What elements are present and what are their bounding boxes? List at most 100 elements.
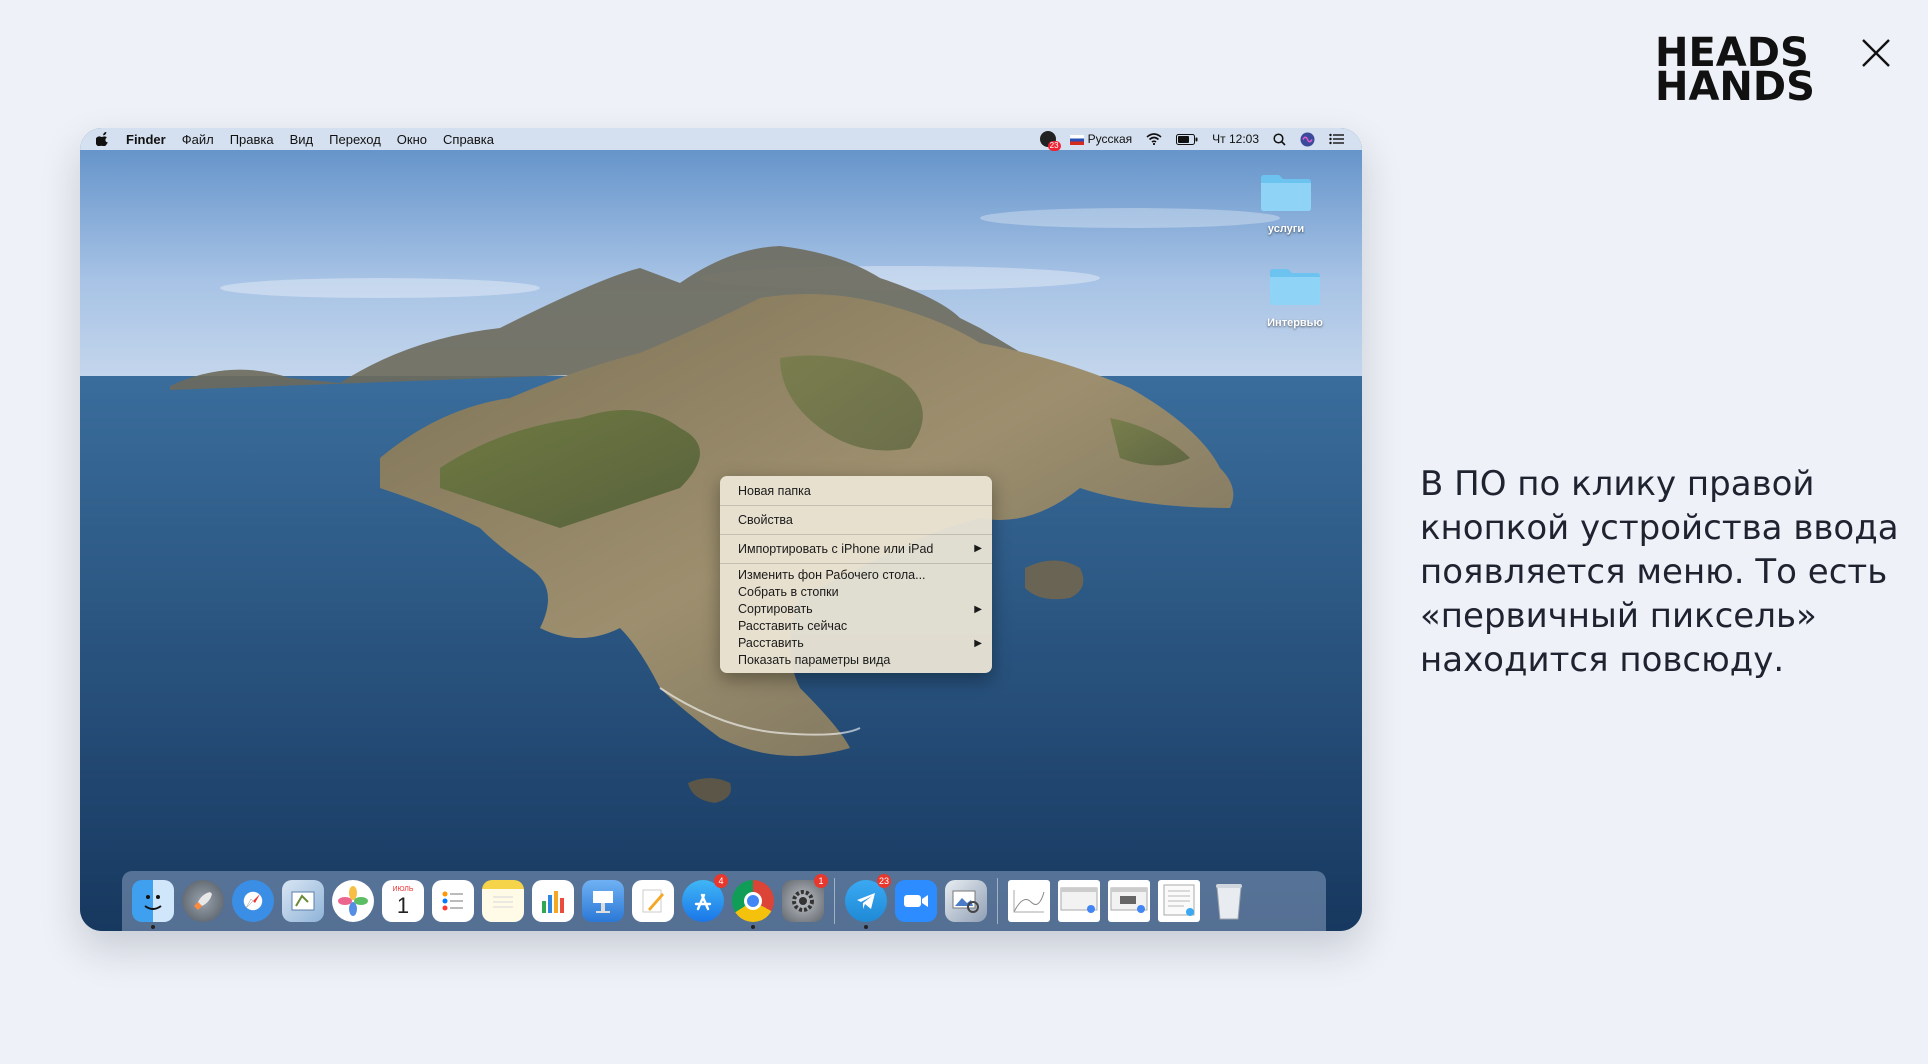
dock-mail-icon[interactable]: [282, 880, 324, 922]
mac-desktop-screenshot: Finder Файл Правка Вид Переход Окно Спра…: [80, 128, 1362, 931]
desktop-folder-interview[interactable]: Интервью: [1245, 266, 1345, 329]
menu-go[interactable]: Переход: [329, 132, 381, 147]
apple-menu-icon[interactable]: [96, 132, 110, 146]
menu-window[interactable]: Окно: [397, 132, 427, 147]
dock-keynote-icon[interactable]: [582, 880, 624, 922]
dock-notes-icon[interactable]: [482, 880, 524, 922]
dock-separator: [834, 878, 835, 924]
menu-help[interactable]: Справка: [443, 132, 494, 147]
russian-flag-icon: [1069, 134, 1084, 145]
dock-numbers-icon[interactable]: [532, 880, 574, 922]
menu-separator: [720, 534, 992, 535]
battery-icon[interactable]: [1176, 133, 1198, 145]
clock[interactable]: Чт 12:03: [1212, 132, 1259, 146]
menu-separator: [720, 505, 992, 506]
menu-item-new-folder[interactable]: Новая папка: [720, 480, 992, 502]
submenu-arrow-icon: ▶: [974, 604, 982, 615]
dock-reminders-icon[interactable]: [432, 880, 474, 922]
folder-icon: [1270, 269, 1320, 305]
dock-zoom-icon[interactable]: [895, 880, 937, 922]
menu-item-sort-by[interactable]: Сортировать ▶: [720, 601, 992, 618]
dock-calendar-icon[interactable]: ИЮЛЬ 1: [382, 880, 424, 922]
notification-count: 23: [1047, 141, 1061, 151]
dock-preview-icon[interactable]: [945, 880, 987, 922]
menu-extras: 23 Русская Чт 12:03: [1039, 128, 1344, 151]
dock-telegram-icon[interactable]: 23: [845, 874, 891, 929]
dock-system-preferences-icon[interactable]: 1: [782, 874, 828, 922]
document-graph-icon: [1013, 890, 1045, 913]
browser-window-icon: [1060, 887, 1098, 913]
menu-separator: [720, 563, 992, 564]
chrome-center-icon: [744, 892, 762, 910]
dock-app-store-icon[interactable]: 4: [682, 874, 728, 922]
document-list-icon: [1163, 884, 1195, 916]
menu-view[interactable]: Вид: [290, 132, 314, 147]
dock-window-thumb-1[interactable]: [1058, 880, 1100, 922]
dock-separator: [997, 878, 998, 924]
app-store-a-icon: [694, 893, 712, 911]
menu-item-properties[interactable]: Свойства: [720, 509, 992, 531]
logo-line-2: HANDS: [1655, 64, 1815, 110]
gear-icon: [792, 890, 814, 912]
dock-window-thumb-2[interactable]: [1108, 880, 1150, 922]
dock-chrome-icon[interactable]: [732, 880, 774, 929]
stamp-icon: [291, 891, 315, 911]
spotlight-search-icon[interactable]: [1273, 132, 1286, 146]
dock-window-thumb-3[interactable]: [1158, 880, 1200, 922]
dock-safari-icon[interactable]: [232, 880, 274, 922]
video-camera-icon: [904, 895, 928, 907]
running-indicator: [751, 925, 755, 929]
menu-item-use-stacks[interactable]: Собрать в стопки: [720, 584, 992, 601]
notification-app-icon[interactable]: 23: [1039, 131, 1061, 151]
dock-document-thumb-1[interactable]: [1008, 880, 1050, 922]
dock-launchpad-icon[interactable]: [182, 880, 224, 922]
menu-item-import-iphone[interactable]: Импортировать с iPhone или iPad ▶: [720, 538, 992, 560]
menu-item-label: Расставить: [738, 636, 804, 650]
dock-finder-icon[interactable]: [132, 880, 174, 929]
notification-center-icon[interactable]: [1329, 133, 1344, 145]
paper-plane-icon: [857, 893, 875, 909]
menu-file[interactable]: Файл: [182, 132, 214, 147]
dock-pages-icon[interactable]: [632, 880, 674, 922]
photos-flower-icon: [338, 886, 368, 916]
menu-item-clean-up-by[interactable]: Расставить ▶: [720, 635, 992, 652]
menu-item-label: Сортировать: [738, 602, 813, 616]
desktop-context-menu: Новая папка Свойства Импортировать с iPh…: [720, 476, 992, 673]
wifi-icon[interactable]: [1146, 133, 1162, 145]
submenu-arrow-icon: ▶: [974, 638, 982, 649]
menu-item-show-view-options[interactable]: Показать параметры вида: [720, 652, 992, 669]
desktop-folder-uslugi[interactable]: услуги: [1236, 172, 1336, 235]
menu-bar: Finder Файл Правка Вид Переход Окно Спра…: [80, 128, 1362, 151]
compass-icon: [245, 894, 260, 909]
menu-item-change-background[interactable]: Изменить фон Рабочего стола...: [720, 567, 992, 584]
system-preferences-badge: 1: [814, 874, 828, 888]
dock-trash-icon[interactable]: [1208, 880, 1250, 922]
input-source[interactable]: Русская: [1069, 132, 1132, 146]
folder-label: Интервью: [1267, 317, 1323, 329]
finder-face-icon: [144, 895, 162, 910]
trash-can-icon: [1216, 884, 1242, 920]
podium-icon: [593, 891, 613, 913]
menu-finder[interactable]: Finder: [126, 132, 166, 147]
folder-icon: [1261, 175, 1311, 211]
folder-label: услуги: [1267, 223, 1305, 235]
slide-caption: В ПО по клику правой кнопкой устройства …: [1420, 464, 1899, 680]
siri-icon[interactable]: [1300, 132, 1315, 147]
bar-chart-icon: [542, 891, 564, 913]
menu-edit[interactable]: Правка: [230, 132, 274, 147]
dock-photos-icon[interactable]: [332, 880, 374, 922]
reminders-list-icon: [442, 891, 463, 911]
notes-lines-icon: [493, 896, 513, 908]
calendar-day: 1: [396, 892, 410, 918]
telegram-badge: 23: [877, 874, 891, 888]
running-indicator: [151, 925, 155, 929]
menu-item-clean-up[interactable]: Расставить сейчас: [720, 618, 992, 635]
browser-window-icon: [1110, 887, 1148, 913]
running-indicator: [864, 925, 868, 929]
dock: ИЮЛЬ 1 4 1 23: [122, 871, 1326, 931]
preview-photos-icon: [952, 890, 979, 913]
logo-x-icon: [1862, 39, 1890, 67]
menu-item-label: Импортировать с iPhone или iPad: [738, 542, 934, 556]
app-store-badge: 4: [714, 874, 728, 888]
headshands-logo: HEADS HANDS: [1655, 33, 1895, 110]
